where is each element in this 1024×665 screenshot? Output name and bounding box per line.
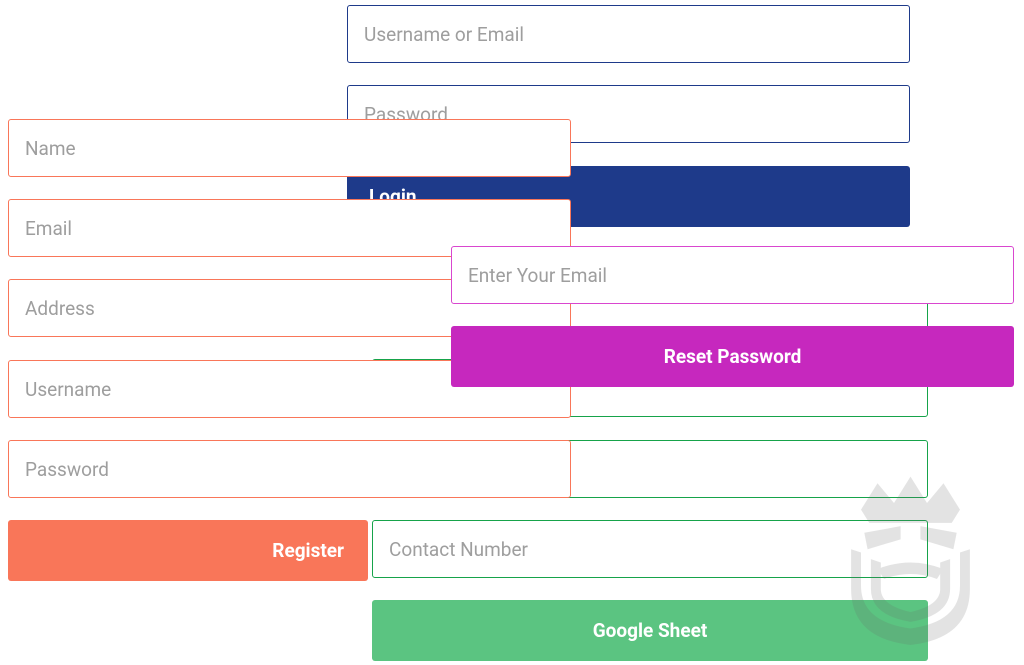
placeholder-text: Name bbox=[25, 137, 76, 160]
placeholder-text: Enter Your Email bbox=[468, 264, 607, 287]
button-label: Google Sheet bbox=[593, 619, 708, 642]
placeholder-text: Contact Number bbox=[389, 538, 528, 561]
button-label: Register bbox=[272, 539, 344, 562]
login-username-input[interactable]: Username or Email bbox=[347, 5, 910, 63]
canvas: Username or Email Password Login First N… bbox=[0, 0, 1024, 665]
reset-email-input[interactable]: Enter Your Email bbox=[451, 246, 1014, 304]
placeholder-text: Email bbox=[25, 217, 72, 240]
register-password-input[interactable]: Password bbox=[8, 440, 571, 498]
placeholder-text: Username bbox=[25, 378, 111, 401]
watermark-logo-icon bbox=[828, 465, 993, 654]
button-label: Reset Password bbox=[664, 345, 802, 368]
placeholder-text: Address bbox=[25, 297, 95, 320]
placeholder-text: Password bbox=[25, 458, 109, 481]
placeholder-text: Username or Email bbox=[364, 23, 524, 46]
register-name-input[interactable]: Name bbox=[8, 119, 571, 177]
register-button[interactable]: Register bbox=[8, 520, 368, 581]
reset-password-button[interactable]: Reset Password bbox=[451, 326, 1014, 387]
